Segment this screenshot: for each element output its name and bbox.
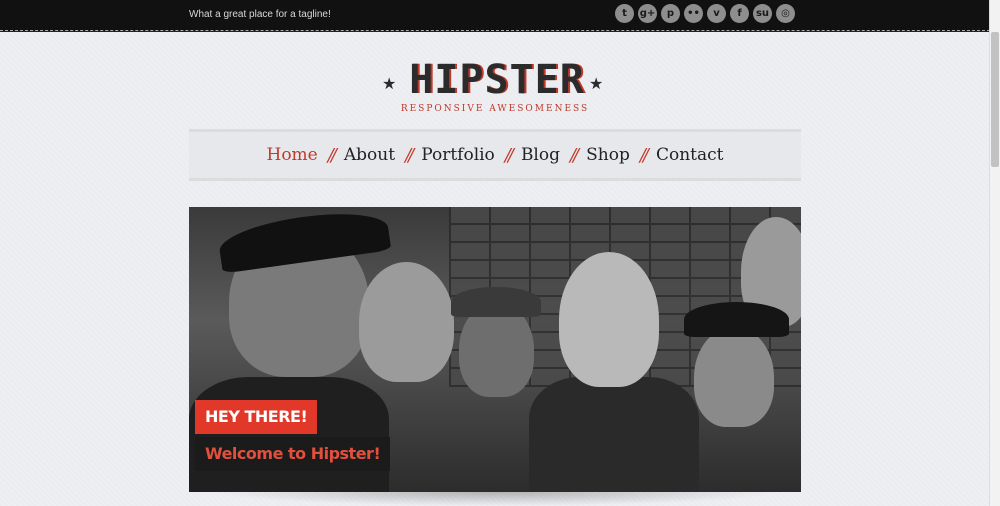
- nav-item-contact[interactable]: Contact: [656, 145, 724, 165]
- hero-figure: [694, 327, 774, 427]
- flickr-icon[interactable]: ••: [684, 4, 703, 23]
- logo-subtitle: RESPONSIVE AWESOMENESS: [400, 104, 590, 114]
- hero-caption-heading: HEY THERE!: [195, 400, 318, 434]
- hero-slider[interactable]: HEY THERE! Welcome to Hipster!: [189, 207, 801, 492]
- facebook-icon[interactable]: f: [730, 4, 749, 23]
- pinterest-icon[interactable]: p: [661, 4, 680, 23]
- hero-caption-subheading: Welcome to Hipster!: [195, 437, 391, 471]
- vimeo-icon[interactable]: v: [707, 4, 726, 23]
- hero-figure: [359, 262, 454, 382]
- stumbleupon-icon[interactable]: su: [753, 4, 772, 23]
- page-scrollbar[interactable]: [989, 0, 1000, 506]
- hero-hat: [684, 302, 789, 337]
- site-tagline: What a great place for a tagline!: [189, 9, 331, 20]
- hero-hat: [451, 287, 541, 317]
- nav-item-blog[interactable]: Blog: [521, 145, 560, 165]
- hero-figure: [189, 377, 389, 492]
- nav-separator: //: [405, 144, 414, 166]
- nav-item-shop[interactable]: Shop: [586, 145, 630, 165]
- twitter-icon[interactable]: t: [615, 4, 634, 23]
- nav-separator: //: [639, 144, 649, 166]
- logo-title: HIPSTER: [409, 57, 585, 103]
- main-navigation: Home // About // Portfolio // Blog // Sh…: [189, 129, 801, 181]
- nav-item-portfolio[interactable]: Portfolio: [421, 145, 495, 165]
- hero-figure: [559, 252, 659, 387]
- hero-figure: [529, 377, 699, 492]
- google-plus-icon[interactable]: g+: [638, 4, 657, 23]
- star-icon: ★: [589, 76, 604, 93]
- nav-separator: //: [504, 144, 514, 166]
- social-icons: t g+ p •• v f su ◎: [615, 4, 795, 23]
- hero-shadow: [209, 492, 781, 506]
- nav-separator: //: [569, 144, 579, 166]
- nav-separator: //: [327, 144, 337, 166]
- scrollbar-thumb[interactable]: [991, 32, 999, 167]
- site-logo[interactable]: ★ HIPSTER ★ RESPONSIVE AWESOMENESS: [380, 56, 610, 120]
- nav-item-home[interactable]: Home: [267, 145, 318, 165]
- top-bar: What a great place for a tagline! t g+ p…: [0, 0, 990, 31]
- nav-item-about[interactable]: About: [344, 145, 395, 165]
- dribbble-icon[interactable]: ◎: [776, 4, 795, 23]
- star-icon: ★: [382, 76, 397, 93]
